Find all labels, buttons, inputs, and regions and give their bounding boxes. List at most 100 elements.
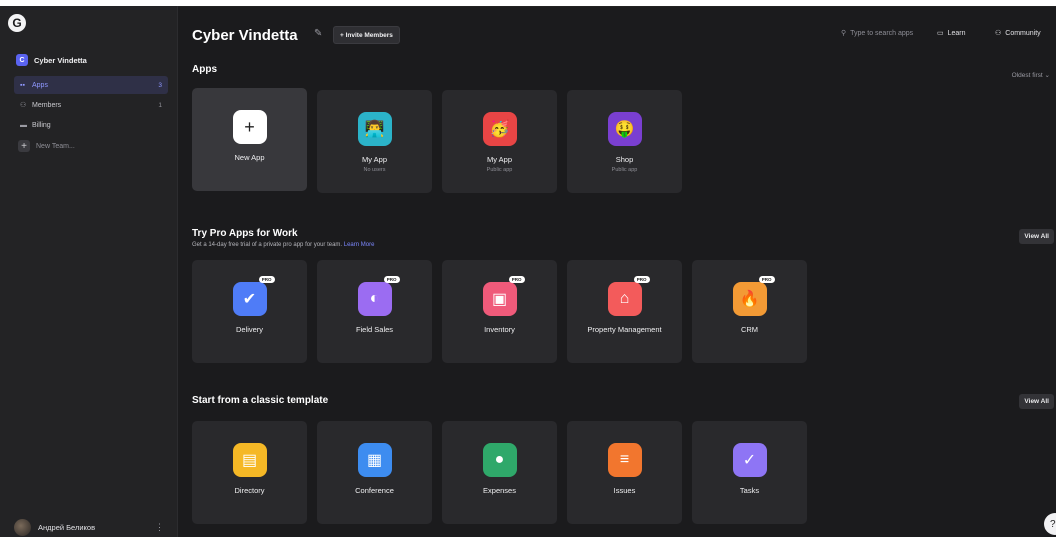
- avatar: [14, 519, 31, 536]
- templates-view-all-button[interactable]: View All: [1019, 394, 1054, 409]
- sidebar-item-label: Apps: [32, 81, 48, 89]
- pro-badge: PRO: [758, 276, 775, 283]
- app-card[interactable]: 🥳 My App Public app: [442, 90, 557, 193]
- house-icon: ⌂ PRO: [607, 276, 650, 316]
- new-team-label: New Team...: [36, 142, 75, 150]
- community-link[interactable]: ⚇ Community: [995, 29, 1041, 38]
- delivery-check-icon: ✔ PRO: [232, 276, 275, 316]
- card-label: Directory: [234, 486, 265, 495]
- pro-section-title: Try Pro Apps for Work: [192, 228, 298, 239]
- directory-icon: ▤: [232, 443, 267, 477]
- card-label: New App: [234, 153, 265, 162]
- pro-app-card-inventory[interactable]: ▣ PRO Inventory: [442, 260, 557, 363]
- more-menu-icon[interactable]: ⋮: [155, 522, 164, 533]
- sidebar-item-count: 3: [158, 81, 162, 89]
- apps-section-title: Apps: [192, 64, 217, 75]
- main-content: Cyber Vindetta ✎ + Invite Members ⚲ Type…: [177, 6, 1056, 537]
- icon-glyph: ◐: [369, 290, 380, 307]
- user-name: Андрей Беликов: [38, 523, 96, 532]
- new-team-button[interactable]: + New Team...: [18, 140, 75, 152]
- sidebar-item-apps[interactable]: ▪▪ Apps 3: [14, 76, 168, 94]
- card-label: Expenses: [483, 486, 516, 495]
- app-card[interactable]: 👨‍💻 My App No users: [317, 90, 432, 193]
- card-sublabel: Public app: [611, 167, 638, 173]
- search-input[interactable]: ⚲ Type to search apps: [841, 29, 914, 38]
- user-profile[interactable]: Андрей Беликов ⋮: [14, 519, 164, 536]
- learn-label: Learn: [947, 29, 966, 37]
- card-label: My App: [486, 155, 512, 164]
- icon-glyph: ✔: [242, 291, 257, 308]
- money-face-emoji-icon: 🤑: [607, 112, 642, 146]
- card-sublabel: No users: [363, 167, 386, 173]
- learn-link[interactable]: ▭ Learn: [937, 29, 966, 38]
- plus-icon: +: [18, 140, 30, 152]
- card-label: Property Management: [587, 325, 662, 334]
- pro-app-card-delivery[interactable]: ✔ PRO Delivery: [192, 260, 307, 363]
- sidebar: G C Cyber Vindetta ▪▪ Apps 3 ⚇ Members 1…: [0, 6, 178, 537]
- learn-more-link[interactable]: Learn More: [344, 242, 375, 248]
- template-card-conference[interactable]: ▦ Conference: [317, 421, 432, 524]
- piggy-bank-icon: ●: [482, 443, 517, 477]
- people-icon: ⚇: [995, 30, 1002, 37]
- pro-badge: PRO: [383, 276, 400, 283]
- flame-icon: 🔥 PRO: [732, 276, 775, 316]
- card-sublabel: Public app: [486, 167, 513, 173]
- team-name: Cyber Vindetta: [34, 55, 87, 65]
- templates-section-title: Start from a classic template: [192, 395, 329, 406]
- issues-clipboard-icon: ≡: [607, 443, 642, 477]
- pro-app-card-crm[interactable]: 🔥 PRO CRM: [692, 260, 807, 363]
- glide-logo-icon[interactable]: G: [8, 14, 26, 32]
- card-label: Shop: [615, 155, 634, 164]
- pro-app-card-field-sales[interactable]: ◐ PRO Field Sales: [317, 260, 432, 363]
- field-sales-icon: ◐ PRO: [357, 276, 400, 316]
- pro-badge: PRO: [258, 276, 275, 283]
- template-card-tasks[interactable]: ✓ Tasks: [692, 421, 807, 524]
- icon-glyph: ▣: [491, 291, 508, 308]
- sidebar-item-billing[interactable]: ▬ Billing: [14, 116, 168, 134]
- card-label: Issues: [613, 486, 636, 495]
- pro-subtitle-text: Get a 14-day free trial of a private pro…: [192, 242, 343, 248]
- search-icon: ⚲: [841, 30, 847, 37]
- inventory-box-icon: ▣ PRO: [482, 276, 525, 316]
- card-label: Delivery: [235, 325, 264, 334]
- team-selector[interactable]: C Cyber Vindetta: [16, 54, 87, 66]
- pro-section-subtitle: Get a 14-day free trial of a private pro…: [192, 242, 374, 248]
- search-placeholder: Type to search apps: [850, 29, 914, 37]
- icon-glyph: 🔥: [739, 291, 760, 308]
- sort-dropdown[interactable]: Oldest first ⌄: [1012, 71, 1050, 79]
- card-label: CRM: [740, 325, 759, 334]
- grid-icon: ▪▪: [20, 81, 25, 89]
- developer-emoji-icon: 👨‍💻: [357, 112, 392, 146]
- card-label: Inventory: [484, 325, 515, 334]
- conference-icon: ▦: [357, 443, 392, 477]
- sidebar-nav: ▪▪ Apps 3 ⚇ Members 1 ▬ Billing: [14, 76, 168, 136]
- sidebar-item-members[interactable]: ⚇ Members 1: [14, 96, 168, 114]
- members-icon: ⚇: [20, 102, 27, 109]
- pro-badge: PRO: [508, 276, 525, 283]
- pro-badge: PRO: [633, 276, 650, 283]
- template-card-expenses[interactable]: ● Expenses: [442, 421, 557, 524]
- card-label: Tasks: [739, 486, 760, 495]
- new-app-card[interactable]: + New App: [192, 88, 307, 191]
- invite-members-button[interactable]: + Invite Members: [333, 26, 400, 44]
- book-icon: ▭: [937, 30, 944, 37]
- template-card-issues[interactable]: ≡ Issues: [567, 421, 682, 524]
- party-emoji-icon: 🥳: [482, 112, 517, 146]
- plus-icon: +: [232, 110, 267, 144]
- card-label: My App: [361, 155, 387, 164]
- card-label: Conference: [355, 486, 394, 495]
- check-icon: ✓: [732, 443, 767, 477]
- billing-icon: ▬: [20, 121, 27, 129]
- sidebar-item-label: Members: [32, 101, 62, 109]
- edit-pencil-icon[interactable]: ✎: [314, 28, 322, 39]
- pro-app-card-property-management[interactable]: ⌂ PRO Property Management: [567, 260, 682, 363]
- template-card-directory[interactable]: ▤ Directory: [192, 421, 307, 524]
- card-label: Field Sales: [355, 325, 394, 334]
- community-label: Community: [1005, 29, 1041, 37]
- pro-view-all-button[interactable]: View All: [1019, 229, 1054, 244]
- icon-glyph: ⌂: [619, 290, 630, 307]
- sidebar-item-count: 1: [158, 101, 162, 109]
- page-title: Cyber Vindetta: [192, 27, 298, 44]
- sidebar-item-label: Billing: [32, 121, 51, 129]
- app-card[interactable]: 🤑 Shop Public app: [567, 90, 682, 193]
